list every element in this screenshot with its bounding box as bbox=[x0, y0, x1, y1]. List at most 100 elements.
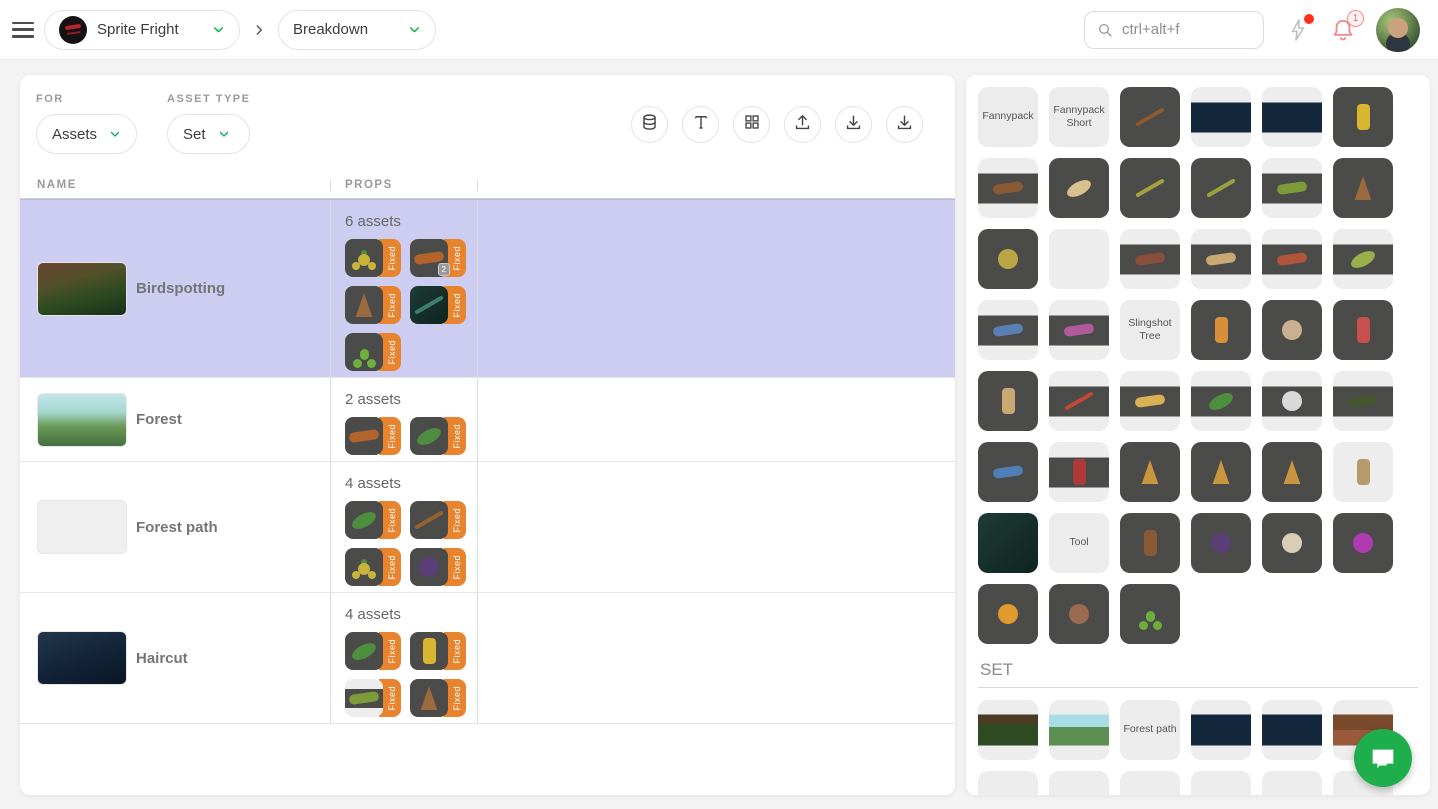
asset-tile-tulip[interactable] bbox=[1333, 513, 1393, 573]
quick-actions-button[interactable] bbox=[1286, 18, 1310, 42]
asset-tile-grass-stem[interactable] bbox=[1191, 158, 1251, 218]
asset-chip-night-branch[interactable]: Fixed bbox=[410, 286, 466, 324]
asset-chip-pinecone[interactable]: Fixed bbox=[345, 286, 401, 324]
asset-tile-placeholder[interactable] bbox=[1049, 771, 1109, 795]
asset-tile-tent-open[interactable] bbox=[1262, 442, 1322, 502]
asset-chip-berries[interactable]: Fixed bbox=[410, 548, 466, 586]
asset-tile-crackers[interactable] bbox=[1120, 371, 1180, 431]
asset-tile-stick[interactable] bbox=[1120, 513, 1180, 573]
user-avatar[interactable] bbox=[1376, 8, 1420, 52]
asset-tile-night-scene-creek[interactable] bbox=[1262, 87, 1322, 147]
asset-tile-branch[interactable] bbox=[978, 158, 1038, 218]
asset-tile-snail[interactable] bbox=[1049, 584, 1109, 644]
row-filler bbox=[478, 378, 955, 461]
global-search-input[interactable]: ctrl+alt+f bbox=[1084, 11, 1264, 49]
asset-tile-night-scene-hand[interactable] bbox=[1191, 87, 1251, 147]
asset-tile-sleeping-bag-blue[interactable] bbox=[978, 300, 1038, 360]
asset-tile-tent[interactable] bbox=[1191, 442, 1251, 502]
asset-tile-needle[interactable] bbox=[1120, 158, 1180, 218]
asset-chip-clover[interactable]: Fixed bbox=[345, 333, 401, 371]
asset-tile-branch-leaves[interactable] bbox=[1120, 87, 1180, 147]
asset-chip-hanging-flower[interactable]: Fixed bbox=[345, 548, 401, 586]
menu-toggle-button[interactable] bbox=[12, 22, 34, 38]
asset-chip-slingshot[interactable]: Fixed bbox=[410, 501, 466, 539]
asset-tile-bacon[interactable] bbox=[1262, 229, 1322, 289]
lighter-thumbnail bbox=[410, 632, 448, 670]
table-row-forest-path[interactable]: Forest path4 assetsFixedFixedFixedFixed bbox=[20, 462, 955, 593]
for-select[interactable]: Assets bbox=[36, 114, 137, 154]
asset-tile-placeholder[interactable] bbox=[978, 771, 1038, 795]
asset-chip-squirrel[interactable]: Fixed bbox=[345, 417, 401, 455]
asset-tile-salt-stix-box[interactable] bbox=[1333, 300, 1393, 360]
asset-tile-thorn-branch[interactable] bbox=[978, 513, 1038, 573]
page-select[interactable]: Breakdown bbox=[278, 10, 436, 50]
download-button[interactable] bbox=[835, 106, 872, 143]
table-row-haircut[interactable]: Haircut4 assetsFixedFixedFixedFixed bbox=[20, 593, 955, 724]
asset-tile-pinecone[interactable] bbox=[1333, 158, 1393, 218]
status-label: Fixed bbox=[387, 424, 398, 449]
asset-tile-leaf[interactable] bbox=[1191, 371, 1251, 431]
asset-tile-candy-bag[interactable] bbox=[1191, 300, 1251, 360]
asset-tile-tool[interactable]: Tool bbox=[1049, 513, 1109, 573]
asset-tile-quiver[interactable] bbox=[1333, 442, 1393, 502]
asset-chip-hanging-flower[interactable]: Fixed bbox=[345, 239, 401, 277]
asset-tile-berries[interactable] bbox=[1191, 513, 1251, 573]
asset-chip-squirrel[interactable]: Fixed2 bbox=[410, 239, 466, 277]
stick-shape bbox=[1135, 107, 1165, 126]
upload-button[interactable] bbox=[784, 106, 821, 143]
asset-tile-sausage[interactable] bbox=[1120, 229, 1180, 289]
tall-shape bbox=[1073, 459, 1086, 485]
asset-chip-pinecone[interactable]: Fixed bbox=[410, 679, 466, 717]
asset-tile-rope-coil[interactable] bbox=[978, 229, 1038, 289]
asset-tile-skewer[interactable] bbox=[1049, 371, 1109, 431]
text-button[interactable] bbox=[682, 106, 719, 143]
asset-tile-spider-web[interactable] bbox=[1262, 371, 1322, 431]
oval-shape bbox=[349, 639, 378, 663]
notifications-button[interactable]: 1 bbox=[1330, 17, 1356, 43]
asset-chip-pickle[interactable]: Fixed bbox=[345, 679, 401, 717]
download-alt-button[interactable] bbox=[886, 106, 923, 143]
asset-tile-placeholder[interactable] bbox=[1120, 771, 1180, 795]
asset-tile-slingshot-tree[interactable]: Slingshot Tree bbox=[1120, 300, 1180, 360]
asset-tile-dandelion[interactable] bbox=[978, 584, 1038, 644]
asset-tile-cucumber[interactable] bbox=[1262, 158, 1322, 218]
asset-tile-pretzel-bag[interactable] bbox=[978, 371, 1038, 431]
asset-tile-fannypack-short[interactable]: Fannypack Short bbox=[1049, 87, 1109, 147]
asset-tile-placeholder[interactable] bbox=[1049, 229, 1109, 289]
asset-type-select[interactable]: Set bbox=[167, 114, 250, 154]
asset-tile-sandwich[interactable] bbox=[1191, 229, 1251, 289]
asset-tile-set-night-2[interactable] bbox=[1262, 700, 1322, 760]
asset-chip-leaf[interactable]: Fixed bbox=[410, 417, 466, 455]
asset-tile-set-birdspotting[interactable] bbox=[978, 700, 1038, 760]
table-row-forest[interactable]: Forest2 assetsFixedFixed bbox=[20, 378, 955, 462]
asset-tile-notepad[interactable] bbox=[1049, 158, 1109, 218]
status-label: Fixed bbox=[387, 555, 398, 580]
asset-chip-leaf[interactable]: Fixed bbox=[345, 632, 401, 670]
asset-tile-lighter-can[interactable] bbox=[1333, 87, 1393, 147]
chat-button[interactable] bbox=[1354, 729, 1412, 787]
asset-chip-lighter[interactable]: Fixed bbox=[410, 632, 466, 670]
database-button[interactable] bbox=[631, 106, 668, 143]
asset-tile-clover[interactable] bbox=[1120, 584, 1180, 644]
grid-button[interactable] bbox=[733, 106, 770, 143]
asset-tile-sleeping-bag-pink[interactable] bbox=[1049, 300, 1109, 360]
asset-tile-egg-shell[interactable] bbox=[1262, 513, 1322, 573]
asset-tile-placeholder[interactable] bbox=[1191, 771, 1251, 795]
asset-tile-spider-web-dark[interactable] bbox=[1333, 371, 1393, 431]
filters-bar: FOR Assets ASSET TYPE Set bbox=[20, 75, 955, 154]
asset-chip-leaf[interactable]: Fixed bbox=[345, 501, 401, 539]
asset-tile-spray-can[interactable] bbox=[978, 442, 1038, 502]
table-row-birdspotting[interactable]: Birdspotting6 assetsFixedFixed2FixedFixe… bbox=[20, 199, 955, 378]
asset-type-label: ASSET TYPE bbox=[167, 93, 250, 105]
asset-tile-set-night-1[interactable] bbox=[1191, 700, 1251, 760]
asset-tile-fannypack[interactable]: Fannypack bbox=[978, 87, 1038, 147]
asset-tile-food-tin[interactable] bbox=[1262, 300, 1322, 360]
asset-tile-forest-path[interactable]: Forest path bbox=[1120, 700, 1180, 760]
asset-tile-caterpillar[interactable] bbox=[1333, 229, 1393, 289]
round-shape bbox=[998, 249, 1018, 269]
asset-tile-set-forest[interactable] bbox=[1049, 700, 1109, 760]
asset-tile-pocket-knife[interactable] bbox=[1049, 442, 1109, 502]
project-select[interactable]: Sprite Fright bbox=[44, 10, 240, 50]
asset-tile-placeholder[interactable] bbox=[1262, 771, 1322, 795]
asset-tile-tent-folded[interactable] bbox=[1120, 442, 1180, 502]
